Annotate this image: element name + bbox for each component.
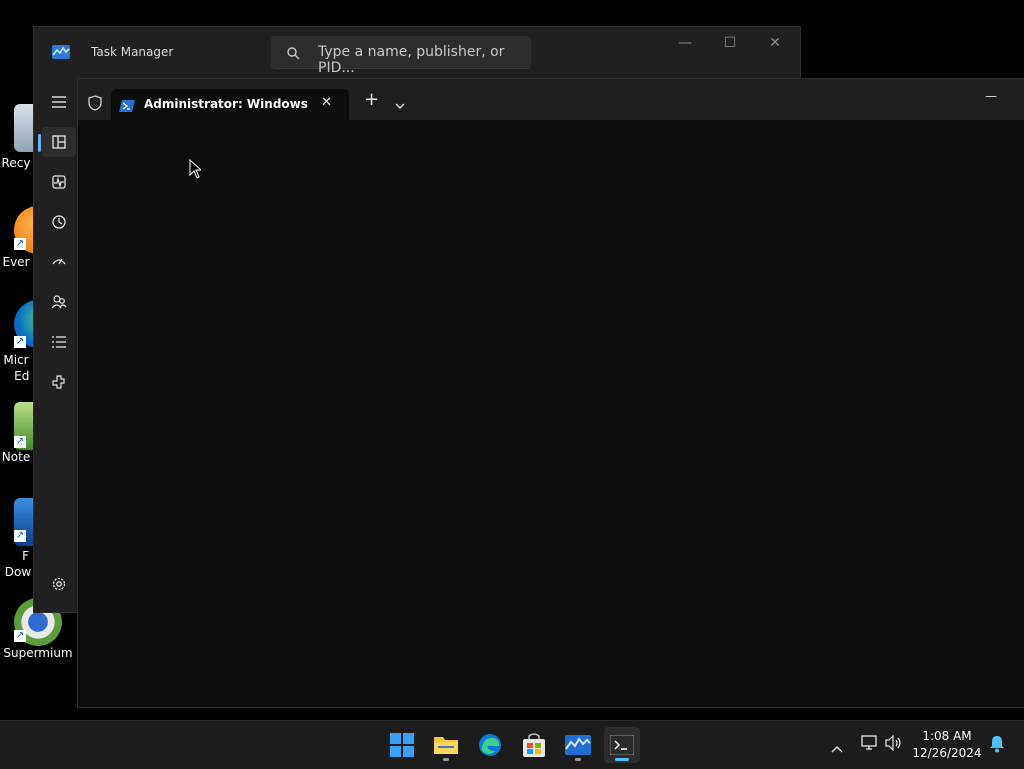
chevron-down-icon[interactable] (395, 95, 405, 114)
details-icon (51, 335, 67, 354)
taskbar-terminal[interactable] (604, 727, 640, 763)
tab-bar: Administrator: Windows PowerShell ✕ + — (78, 79, 1024, 120)
nav-app-history[interactable] (42, 207, 76, 237)
window-title: Task Manager (91, 45, 174, 59)
nav-details[interactable] (42, 327, 76, 357)
nav-active-indicator (38, 134, 41, 152)
terminal-window[interactable]: Administrator: Windows PowerShell ✕ + — (77, 78, 1024, 708)
new-tab-button[interactable]: + (364, 89, 379, 110)
taskbar-task-manager[interactable] (560, 727, 596, 763)
file-explorer-icon (434, 734, 458, 760)
volume-icon[interactable] (885, 734, 903, 755)
nav-performance[interactable] (42, 167, 76, 197)
shortcut-arrow-icon: ↗ (14, 630, 26, 642)
network-icon[interactable] (861, 735, 879, 755)
close-tab-icon[interactable]: ✕ (321, 95, 332, 110)
processes-icon (51, 135, 67, 154)
minimize-button[interactable]: — (985, 89, 997, 103)
search-box[interactable]: Type a name, publisher, or PID... (271, 36, 531, 76)
start-button[interactable] (384, 727, 420, 763)
notification-bell-icon[interactable] (989, 735, 1005, 757)
close-button[interactable]: ✕ (761, 33, 789, 53)
show-hidden-icons-chevron-icon[interactable] (831, 738, 843, 757)
running-indicator (443, 758, 449, 761)
shortcut-arrow-icon: ↗ (14, 436, 26, 448)
nav-settings[interactable] (42, 569, 76, 599)
desktop-icon-label: Supermium (3, 646, 73, 660)
taskbar-file-explorer[interactable] (428, 727, 464, 763)
services-icon (51, 375, 67, 394)
minimize-button[interactable]: — (671, 33, 699, 53)
taskbar: 1:08 AM 12/26/2024 (0, 720, 1024, 769)
powershell-icon (119, 97, 135, 116)
terminal-content[interactable] (78, 120, 1024, 707)
shortcut-arrow-icon: ↗ (14, 530, 26, 542)
edge-icon (478, 733, 502, 761)
maximize-button[interactable]: ☐ (716, 33, 744, 53)
mouse-cursor-icon (189, 158, 203, 183)
tab-powershell[interactable]: Administrator: Windows PowerShell ✕ (111, 89, 349, 120)
nav-users[interactable] (42, 287, 76, 317)
taskbar-store[interactable] (516, 727, 552, 763)
store-icon (523, 733, 545, 761)
start-icon (390, 733, 414, 761)
app-history-icon (51, 215, 67, 234)
tab-title: Administrator: Windows PowerShell (144, 97, 309, 111)
running-indicator (575, 758, 581, 761)
startup-apps-icon (51, 255, 67, 274)
task-manager-icon (565, 735, 591, 759)
active-indicator (615, 758, 629, 761)
search-icon (286, 45, 300, 64)
shortcut-arrow-icon: ↗ (14, 336, 26, 348)
task-manager-app-icon (52, 44, 70, 63)
clock-date[interactable]: 12/26/2024 (905, 746, 989, 760)
taskbar-edge[interactable] (472, 727, 508, 763)
nav-startup-apps[interactable] (42, 247, 76, 277)
clock-time[interactable]: 1:08 AM (905, 729, 989, 743)
terminal-icon (609, 734, 635, 759)
shield-icon (88, 95, 102, 115)
nav-processes[interactable] (42, 127, 76, 157)
hamburger-menu-icon[interactable] (42, 88, 76, 118)
shortcut-arrow-icon: ↗ (14, 238, 26, 250)
nav-services[interactable] (42, 367, 76, 397)
settings-icon (51, 577, 67, 596)
users-icon (51, 295, 67, 314)
search-input[interactable]: Type a name, publisher, or PID... (318, 44, 531, 76)
performance-icon (51, 175, 67, 194)
